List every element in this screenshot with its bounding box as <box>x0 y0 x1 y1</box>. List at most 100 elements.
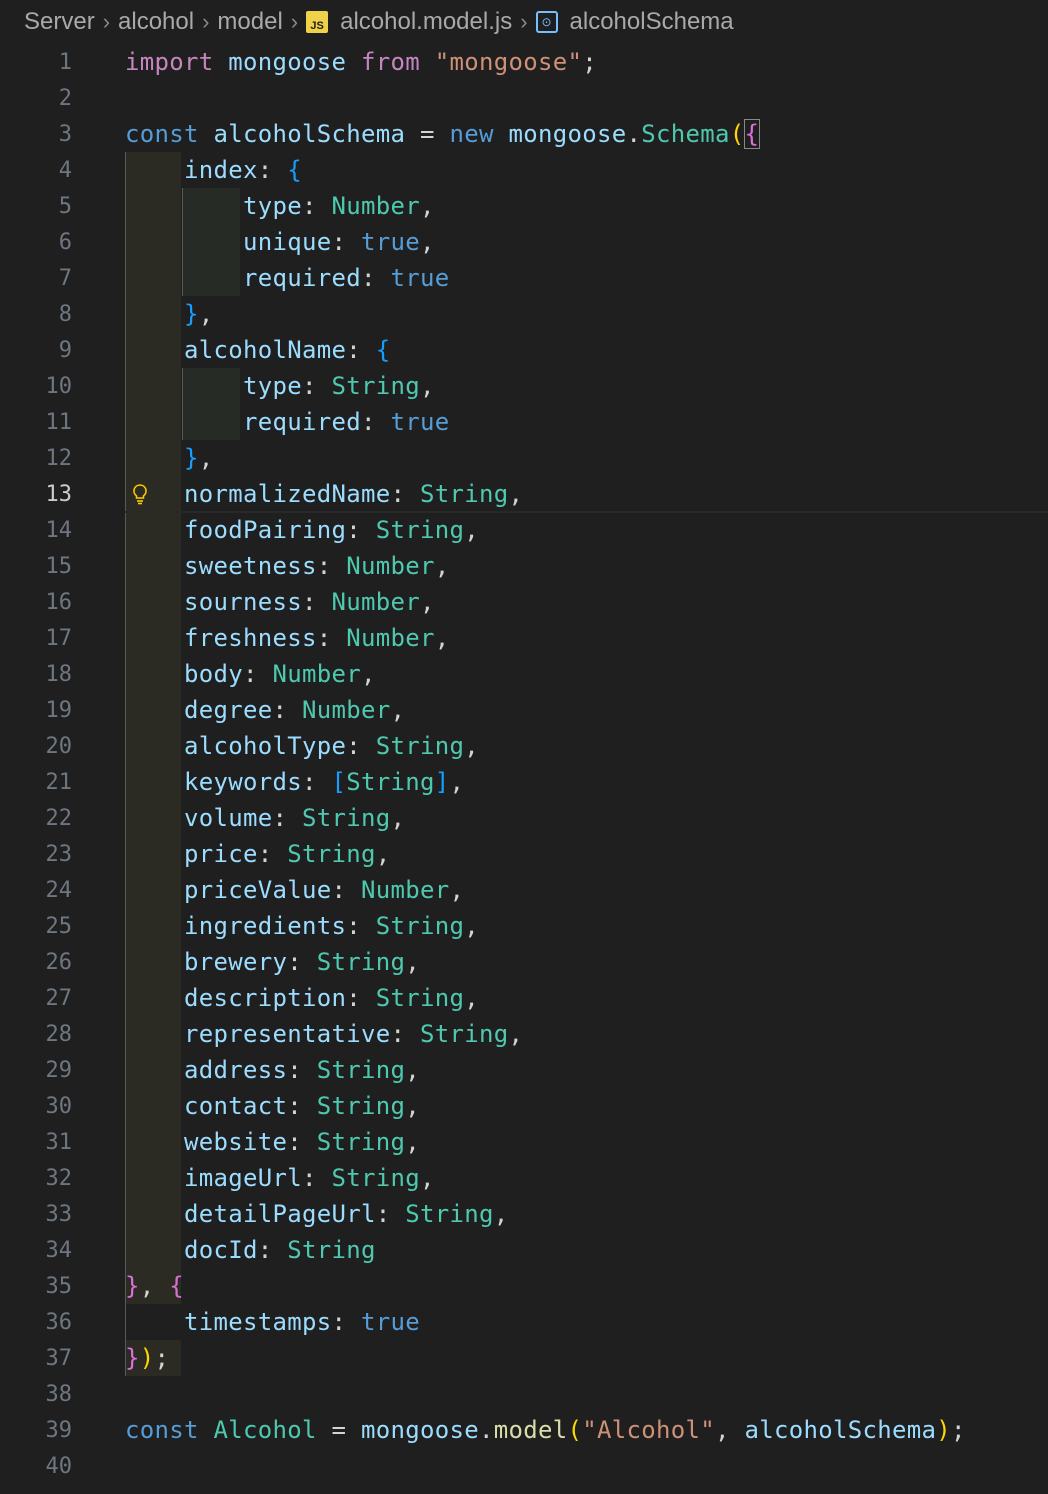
bracket: ] <box>434 768 450 796</box>
code-line[interactable]: 4 index: { <box>0 152 1048 188</box>
code-text: brewery: String, <box>125 944 420 980</box>
code-line[interactable]: 16 sourness: Number, <box>0 584 1048 620</box>
code-line[interactable]: 14 foodPairing: String, <box>0 512 1048 548</box>
code-line[interactable]: 15 sweetness: Number, <box>0 548 1048 584</box>
code-punctuation: : <box>346 516 376 544</box>
line-number: 39 <box>45 1417 73 1443</box>
code-line[interactable]: 36 timestamps: true <box>0 1304 1048 1340</box>
code-text: timestamps: true <box>125 1304 420 1340</box>
breadcrumb-item-file[interactable]: JS alcohol.model.js <box>306 8 512 36</box>
code-text: type: String, <box>125 368 435 404</box>
type-value: Number <box>361 876 450 904</box>
code-punctuation: : <box>316 624 347 652</box>
code-line[interactable]: 3 const alcoholSchema = new mongoose.Sche… <box>0 116 1048 152</box>
code-line[interactable]: 33 detailPageUrl: String, <box>0 1196 1048 1232</box>
string-literal: "mongoose" <box>434 48 583 76</box>
type-value: Number <box>331 588 420 616</box>
code-text: normalizedName: String, <box>125 476 523 512</box>
punctuation: , <box>405 1128 420 1156</box>
code-line[interactable]: 38 <box>0 1376 1048 1412</box>
code-line[interactable]: 19 degree: Number, <box>0 692 1048 728</box>
line-number: 28 <box>45 1021 73 1047</box>
code-line[interactable]: 26 brewery: String, <box>0 944 1048 980</box>
code-punctuation: , <box>198 444 214 472</box>
code-line[interactable]: 11 required: true <box>0 404 1048 440</box>
line-number: 24 <box>45 877 73 903</box>
code-punctuation: ) <box>936 1416 951 1444</box>
code-line[interactable]: 32 imageUrl: String, <box>0 1160 1048 1196</box>
code-text: const Alcohol = mongoose.model("Alcohol"… <box>125 1412 966 1448</box>
code-text: website: String, <box>125 1124 420 1160</box>
code-line[interactable]: 28 representative: String, <box>0 1016 1048 1052</box>
line-number: 29 <box>45 1057 73 1083</box>
property-key: volume <box>184 804 273 832</box>
code-line[interactable]: 8 }, <box>0 296 1048 332</box>
code-line[interactable]: 1 import mongoose from "mongoose"; <box>0 44 1048 80</box>
code-line[interactable]: 31 website: String, <box>0 1124 1048 1160</box>
code-line[interactable]: 6 unique: true, <box>0 224 1048 260</box>
code-text: }, <box>125 296 214 332</box>
code-line[interactable]: 17 freshness: Number, <box>0 620 1048 656</box>
code-text: unique: true, <box>125 224 435 260</box>
code-punctuation: ; <box>951 1416 966 1444</box>
breadcrumb-item-model[interactable]: model <box>217 8 282 36</box>
code-line[interactable]: 5 type: Number, <box>0 188 1048 224</box>
code-line[interactable]: 35}, { <box>0 1268 1048 1304</box>
code-line[interactable]: 9 alcoholName: { <box>0 332 1048 368</box>
line-number: 36 <box>45 1309 73 1335</box>
code-line[interactable]: 30 contact: String, <box>0 1088 1048 1124</box>
code-line[interactable]: 18 body: Number, <box>0 656 1048 692</box>
code-line[interactable]: 20 alcoholType: String, <box>0 728 1048 764</box>
property-key: sweetness <box>184 552 317 580</box>
code-punctuation: } <box>125 1344 140 1372</box>
type-value: String <box>405 1200 494 1228</box>
code-line[interactable]: 29 address: String, <box>0 1052 1048 1088</box>
line-number: 6 <box>58 229 72 255</box>
code-line[interactable]: 25 ingredients: String, <box>0 908 1048 944</box>
code-line[interactable]: 13 normalizedName: String, <box>0 476 1048 513</box>
code-line[interactable]: 2 <box>0 80 1048 116</box>
code-editor[interactable]: 1 import mongoose from "mongoose"; 2 3 const… <box>0 44 1048 1484</box>
property-key: ingredients <box>184 912 347 940</box>
code-punctuation: : <box>316 552 347 580</box>
code-line[interactable]: 34 docId: String <box>0 1232 1048 1268</box>
line-number: 18 <box>45 661 73 687</box>
line-number: 4 <box>58 157 72 183</box>
property-key: docId <box>184 1236 258 1264</box>
code-line[interactable]: 40 <box>0 1448 1048 1484</box>
breadcrumb-item-server[interactable]: Server <box>24 8 95 36</box>
property-key: freshness <box>184 624 317 652</box>
property-key: website <box>184 1128 288 1156</box>
code-line[interactable]: 37}); <box>0 1340 1048 1376</box>
code-punctuation: : <box>302 372 332 400</box>
property-key: foodPairing <box>184 516 347 544</box>
code-line[interactable]: 22 volume: String, <box>0 800 1048 836</box>
code-punctuation: : <box>287 948 317 976</box>
property-key: brewery <box>184 948 288 976</box>
property-key: body <box>184 660 243 688</box>
code-line[interactable]: 39 const Alcohol = mongoose.model("Alcoho… <box>0 1412 1048 1448</box>
code-punctuation: : <box>375 1200 406 1228</box>
breadcrumb-item-alcohol[interactable]: alcohol <box>118 8 194 36</box>
code-line[interactable]: 10 type: String, <box>0 368 1048 404</box>
code-punctuation: ; <box>154 1344 170 1372</box>
line-number: 7 <box>58 265 72 291</box>
property-key: unique <box>243 228 332 256</box>
code-punctuation: : <box>302 1164 332 1192</box>
code-line[interactable]: 23 price: String, <box>0 836 1048 872</box>
code-line[interactable]: 24 priceValue: Number, <box>0 872 1048 908</box>
line-number: 15 <box>45 553 73 579</box>
type-value: String <box>331 372 420 400</box>
code-line[interactable]: 12 }, <box>0 440 1048 476</box>
code-line[interactable]: 27 description: String, <box>0 980 1048 1016</box>
dot: . <box>479 1416 494 1444</box>
code-punctuation: ( <box>729 120 745 148</box>
keyword-const: const <box>125 120 199 148</box>
code-line[interactable]: 21 keywords: [String], <box>0 764 1048 800</box>
code-text: alcoholType: String, <box>125 728 479 764</box>
method-model: model <box>493 1416 568 1444</box>
code-text: alcoholName: { <box>125 332 391 368</box>
code-line[interactable]: 7 required: true <box>0 260 1048 296</box>
breadcrumb-item-symbol[interactable]: ⊙ alcoholSchema <box>535 8 734 36</box>
punctuation: , <box>464 984 479 1012</box>
